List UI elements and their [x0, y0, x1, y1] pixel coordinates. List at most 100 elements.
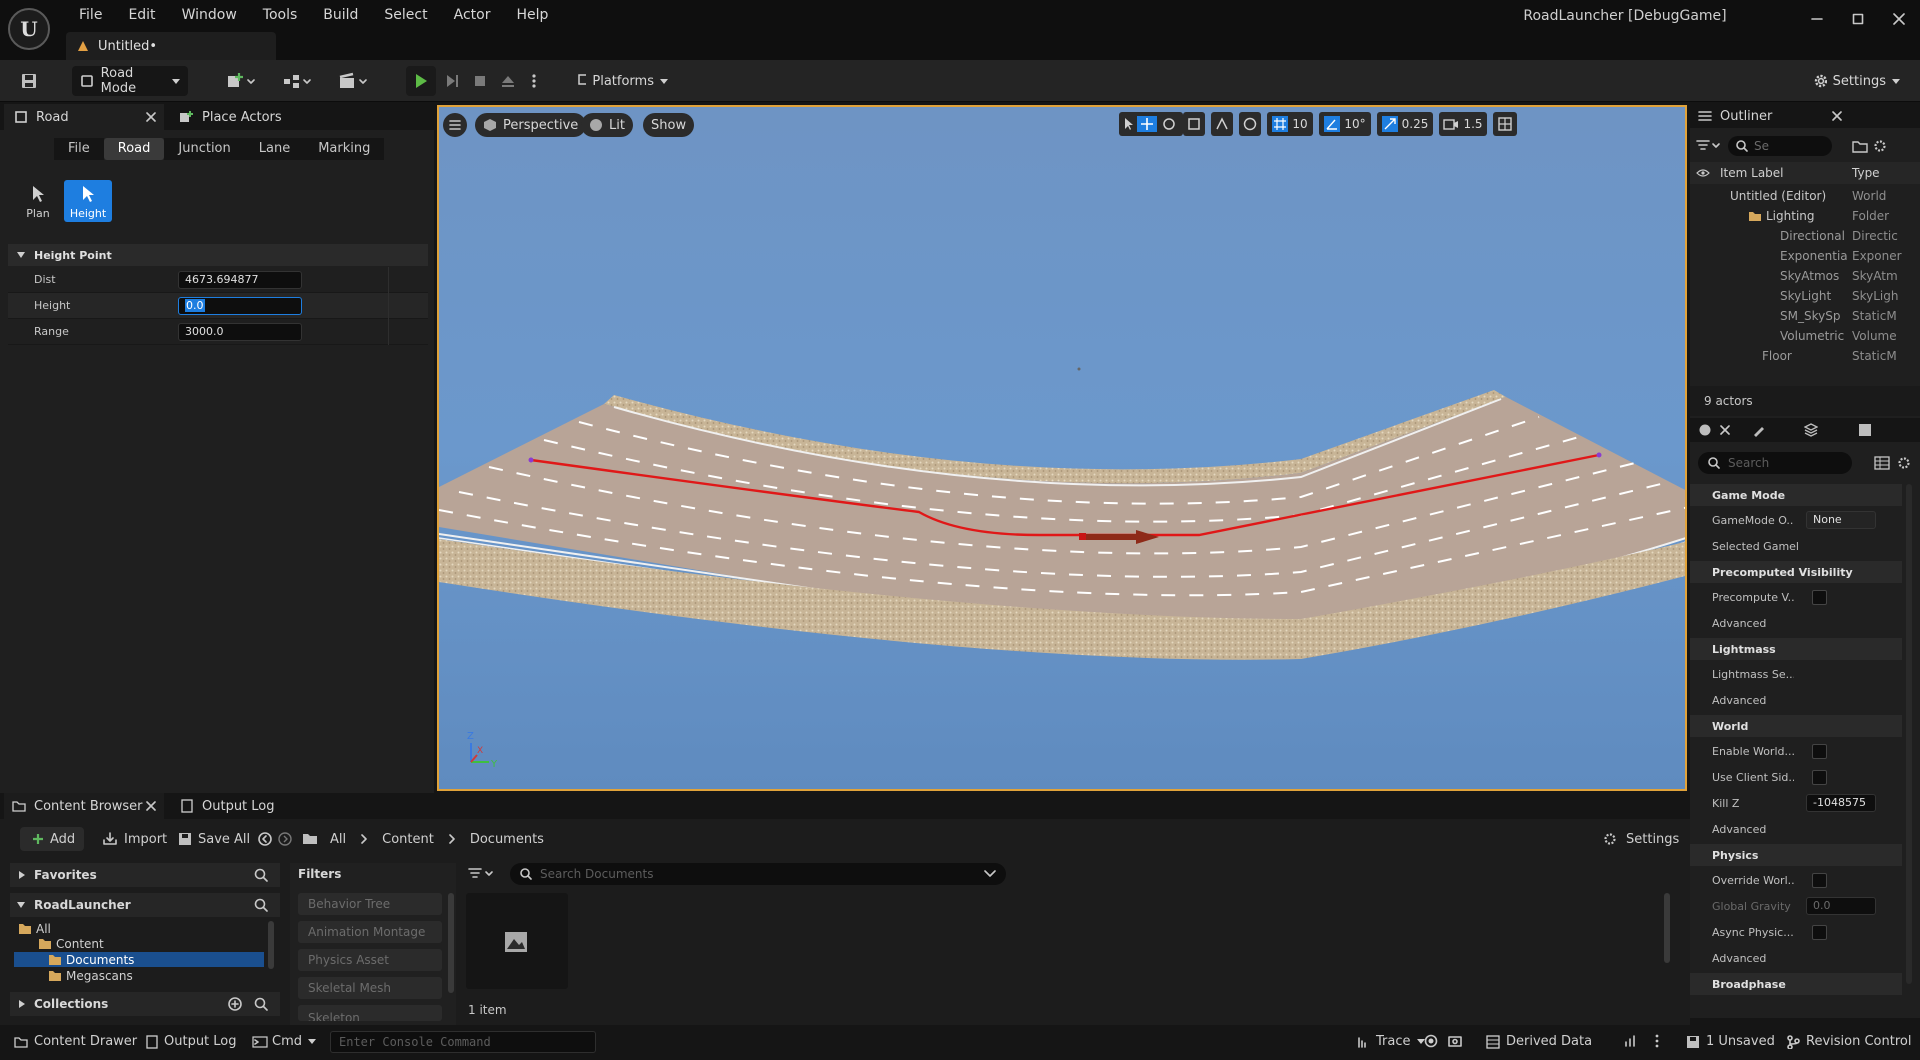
stop-icon[interactable] [466, 66, 494, 96]
section-lightmass[interactable]: Lightmass [1690, 638, 1902, 660]
panel-icon[interactable] [1858, 423, 1872, 437]
tree-item-documents[interactable]: Documents [14, 952, 264, 967]
platforms-dropdown[interactable]: Platforms [570, 66, 676, 96]
section-broadphase[interactable]: Broadphase [1690, 973, 1902, 995]
tab-content-browser[interactable]: Content Browser [4, 793, 164, 819]
outliner-row[interactable]: Lighting Folder [1690, 206, 1920, 226]
menu-edit[interactable]: Edit [115, 4, 168, 26]
filters-scrollbar[interactable] [448, 893, 454, 993]
show-button[interactable]: Show [643, 113, 695, 137]
eject-icon[interactable] [494, 66, 522, 96]
subtab-junction[interactable]: Junction [164, 138, 245, 160]
forward-icon[interactable] [278, 832, 292, 846]
filter-skeleton[interactable]: Skeleton [298, 1005, 442, 1021]
outliner-row[interactable]: SkyLight SkyLigh [1690, 286, 1920, 306]
lit-button[interactable]: Lit [581, 113, 633, 137]
menu-actor[interactable]: Actor [441, 4, 504, 26]
gear-icon[interactable] [1896, 455, 1912, 471]
menu-help[interactable]: Help [503, 4, 561, 26]
step-icon[interactable] [438, 66, 466, 96]
close-tab-icon[interactable] [1720, 425, 1730, 435]
height-point-handle[interactable] [1079, 533, 1086, 540]
collections-header[interactable]: Collections [10, 992, 280, 1016]
project-header[interactable]: RoadLauncher [10, 893, 280, 917]
section-precomputed-visibility[interactable]: Precomputed Visibility [1690, 561, 1902, 583]
stats-icon[interactable] [1624, 1034, 1638, 1048]
subtab-marking[interactable]: Marking [304, 138, 385, 160]
asset-filter-button[interactable] [468, 863, 508, 885]
height-point-section[interactable]: Height Point [8, 244, 428, 266]
unreal-logo-icon[interactable]: U [8, 8, 50, 50]
add-actor-icon[interactable] [222, 66, 260, 96]
content-drawer-button[interactable]: Content Drawer [14, 1034, 137, 1049]
favorites-header[interactable]: Favorites [10, 863, 280, 887]
world-settings-icon[interactable] [1698, 423, 1712, 437]
close-tab-icon[interactable] [146, 112, 156, 122]
blueprint-icon[interactable] [278, 66, 316, 96]
add-folder-icon[interactable] [1852, 139, 1868, 153]
grid-snap-toggle[interactable]: 10 [1267, 112, 1313, 136]
section-physics[interactable]: Physics [1690, 844, 1902, 866]
chevron-down-icon[interactable] [984, 870, 996, 878]
tree-scrollbar[interactable] [268, 921, 274, 969]
precompute-visibility-checkbox[interactable] [1812, 589, 1827, 605]
cb-settings-button[interactable]: Settings [1602, 827, 1679, 851]
maximize-icon[interactable] [1837, 2, 1878, 36]
filter-animation-montage[interactable]: Animation Montage [298, 921, 442, 943]
filter-behavior-tree[interactable]: Behavior Tree [298, 893, 442, 915]
breadcrumb-all[interactable]: All [330, 832, 346, 847]
gamemode-override-dropdown[interactable]: None [1806, 511, 1876, 529]
surface-snap-icon[interactable] [1211, 112, 1233, 136]
save-icon[interactable] [14, 66, 44, 96]
column-item-label[interactable]: Item Label [1720, 166, 1784, 180]
gear-icon[interactable] [1872, 138, 1888, 154]
global-gravity-input[interactable]: 0.0 [1806, 897, 1876, 915]
viewport-menu-icon[interactable] [443, 113, 467, 137]
close-window-icon[interactable] [1878, 2, 1919, 36]
search-icon[interactable] [254, 997, 268, 1011]
outliner-row[interactable]: SM_SkySp StaticM [1690, 306, 1920, 326]
details-search[interactable]: Search [1698, 452, 1852, 474]
import-button[interactable]: Import [102, 827, 167, 851]
play-options-icon[interactable] [524, 66, 544, 96]
trace-button[interactable]: Trace [1358, 1034, 1425, 1049]
rotation-snap-toggle[interactable]: 10° [1319, 112, 1371, 136]
search-icon[interactable] [254, 868, 268, 882]
derived-data-button[interactable]: Derived Data [1486, 1034, 1592, 1049]
save-all-button[interactable]: Save All [178, 827, 250, 851]
eye-icon[interactable] [1696, 168, 1710, 178]
minimize-icon[interactable] [1796, 2, 1837, 36]
perspective-button[interactable]: Perspective [475, 113, 587, 137]
detail-row[interactable]: Advanced [1690, 687, 1902, 713]
scale-icon[interactable] [1183, 112, 1205, 136]
subtab-road[interactable]: Road [103, 138, 165, 160]
screenshot-icon[interactable] [1448, 1034, 1462, 1048]
settings-dropdown[interactable]: Settings [1804, 66, 1908, 96]
detail-row[interactable]: Advanced [1690, 610, 1902, 636]
tab-road[interactable]: Road [4, 104, 164, 130]
filter-skeletal-mesh[interactable]: Skeletal Mesh [298, 977, 442, 999]
outliner-row[interactable]: Directional Directic [1690, 226, 1920, 246]
table-view-icon[interactable] [1874, 456, 1890, 470]
tab-output-log[interactable]: Output Log [174, 793, 275, 819]
override-world-checkbox[interactable] [1812, 872, 1827, 888]
close-tab-icon[interactable] [1832, 111, 1842, 121]
breadcrumb-content[interactable]: Content [382, 832, 434, 847]
detail-row[interactable]: Advanced [1690, 816, 1902, 842]
camera-speed-button[interactable]: 1.5 [1439, 112, 1487, 136]
back-icon[interactable] [258, 832, 272, 846]
world-local-icon[interactable] [1239, 112, 1261, 136]
layers-icon[interactable] [1804, 423, 1818, 437]
tree-item-megascans[interactable]: Megascans [48, 968, 133, 983]
level-viewport[interactable]: Z X Y Perspective Lit Show 10 10° 0.25 1… [437, 105, 1687, 791]
filter-icon[interactable] [1696, 139, 1722, 153]
menu-select[interactable]: Select [371, 4, 440, 26]
subtab-file[interactable]: File [54, 138, 104, 160]
asset-search[interactable]: Search Documents [510, 863, 1006, 885]
brush-icon[interactable] [1752, 423, 1766, 437]
search-icon[interactable] [254, 898, 268, 912]
tab-place-actors[interactable]: Place Actors [168, 104, 308, 130]
play-icon[interactable] [406, 66, 436, 96]
unsaved-button[interactable]: 1 Unsaved [1686, 1034, 1775, 1049]
enable-world-checkbox[interactable] [1812, 743, 1827, 759]
